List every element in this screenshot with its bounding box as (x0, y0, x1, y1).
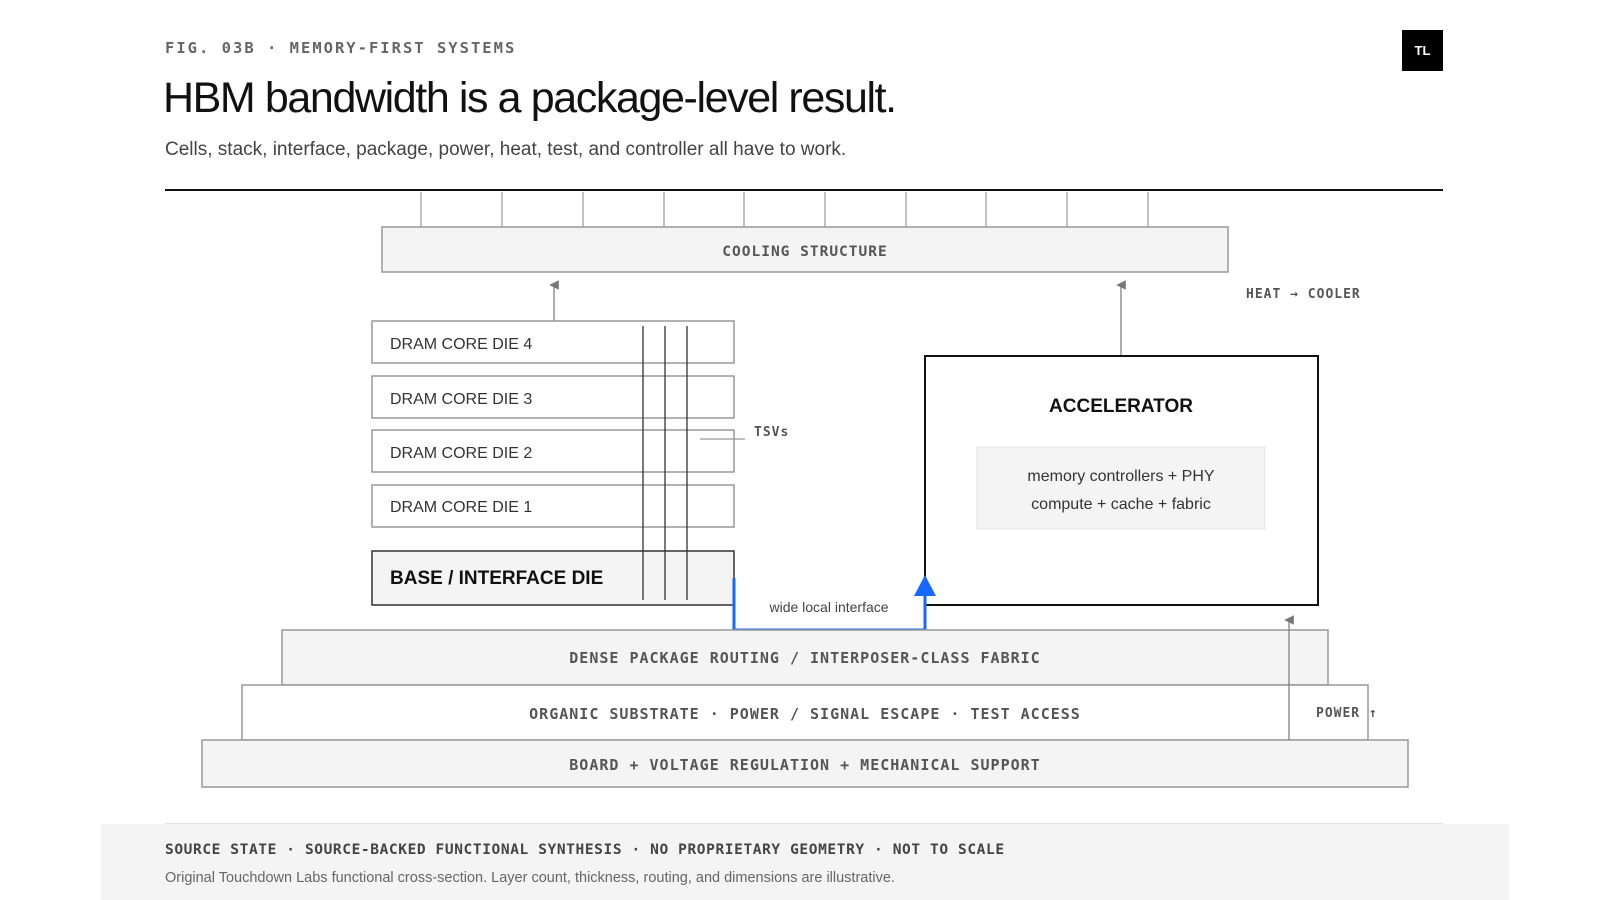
footer-divider (165, 823, 1443, 824)
power-label: POWER ↑ (1316, 706, 1378, 721)
base-interface-die-label: BASE / INTERFACE DIE (390, 568, 603, 589)
accelerator-title: ACCELERATOR (1049, 396, 1193, 417)
tsv-label: TSVs (754, 425, 789, 440)
dram-die-2-label: DRAM CORE DIE 2 (390, 445, 532, 462)
footer-source-state: SOURCE STATE · SOURCE-BACKED FUNCTIONAL … (165, 842, 1005, 858)
organic-substrate-label: ORGANIC SUBSTRATE · POWER / SIGNAL ESCAP… (529, 705, 1081, 723)
cooling-structure-label: COOLING STRUCTURE (722, 244, 887, 260)
package-routing-label: DENSE PACKAGE ROUTING / INTERPOSER-CLASS… (569, 649, 1040, 667)
accelerator-line-1: memory controllers + PHY (1027, 468, 1214, 485)
dram-die-4-label: DRAM CORE DIE 4 (390, 336, 532, 353)
board-label: BOARD + VOLTAGE REGULATION + MECHANICAL … (569, 756, 1040, 774)
hbm-cross-section-diagram: COOLING STRUCTURE HEAT → COOLER DRAM COR… (201, 192, 1409, 788)
cooling-fins (420, 192, 1149, 227)
heat-label: HEAT → COOLER (1246, 287, 1361, 302)
dram-die-3-label: DRAM CORE DIE 3 (390, 391, 532, 408)
accelerator-line-2: compute + cache + fabric (1031, 496, 1211, 513)
wide-interface-label: wide local interface (768, 599, 888, 615)
dram-die-1-label: DRAM CORE DIE 1 (390, 499, 532, 516)
accelerator-inner-panel (976, 446, 1266, 530)
footer-note: Original Touchdown Labs functional cross… (165, 870, 895, 886)
footer-panel (101, 824, 1509, 900)
